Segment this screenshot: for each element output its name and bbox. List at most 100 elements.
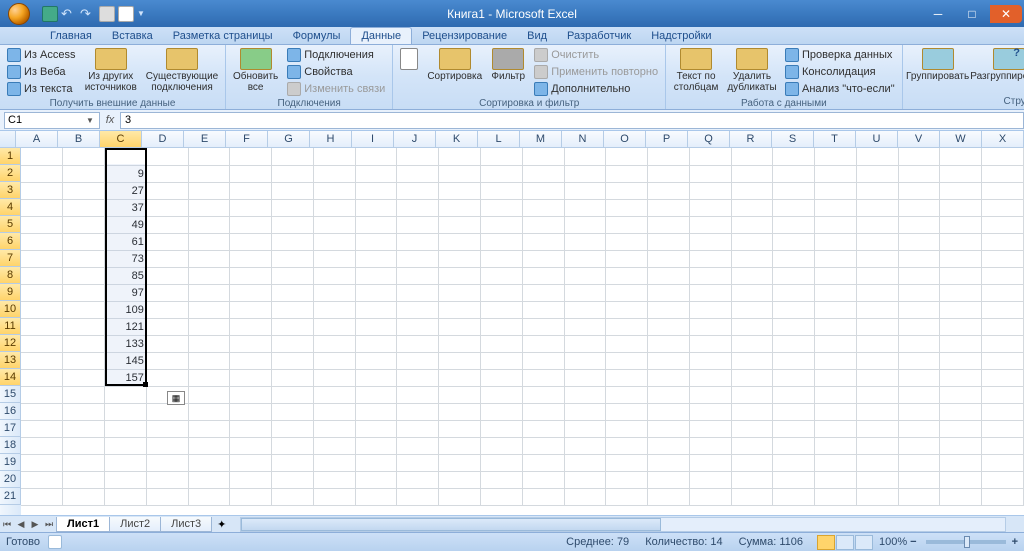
cell[interactable] xyxy=(439,318,481,335)
cell[interactable] xyxy=(146,403,188,420)
cell[interactable] xyxy=(731,165,773,182)
cell[interactable] xyxy=(940,301,982,318)
tab-data[interactable]: Данные xyxy=(350,27,412,44)
maximize-button[interactable]: □ xyxy=(956,5,988,23)
cell[interactable] xyxy=(940,182,982,199)
row-header[interactable]: 10 xyxy=(0,301,21,318)
cell[interactable] xyxy=(564,318,606,335)
cell[interactable] xyxy=(606,318,648,335)
cell[interactable] xyxy=(272,318,314,335)
cell[interactable] xyxy=(21,165,63,182)
row-header[interactable]: 2 xyxy=(0,165,21,182)
tab-developer[interactable]: Разработчик xyxy=(557,28,641,44)
cell[interactable] xyxy=(606,148,648,165)
cell[interactable] xyxy=(815,471,857,488)
cell[interactable] xyxy=(940,165,982,182)
cell[interactable] xyxy=(146,352,188,369)
cell[interactable] xyxy=(898,216,940,233)
cell[interactable] xyxy=(21,284,63,301)
cell[interactable] xyxy=(648,199,690,216)
cell[interactable] xyxy=(481,216,523,233)
cell[interactable] xyxy=(439,437,481,454)
from-web-button[interactable]: Из Веба xyxy=(4,64,78,80)
row-header[interactable]: 13 xyxy=(0,352,21,369)
cell[interactable] xyxy=(898,267,940,284)
cell[interactable] xyxy=(313,403,355,420)
cell[interactable] xyxy=(689,403,731,420)
cell[interactable] xyxy=(522,233,564,250)
cell[interactable] xyxy=(606,301,648,318)
cell[interactable] xyxy=(940,233,982,250)
row-header[interactable]: 8 xyxy=(0,267,21,284)
cell[interactable] xyxy=(815,420,857,437)
cell[interactable] xyxy=(63,403,105,420)
cell[interactable] xyxy=(272,454,314,471)
cell[interactable] xyxy=(689,352,731,369)
column-header[interactable]: M xyxy=(520,131,562,147)
cell[interactable] xyxy=(648,335,690,352)
cell[interactable] xyxy=(439,352,481,369)
cell[interactable] xyxy=(313,284,355,301)
cell[interactable] xyxy=(856,250,898,267)
cell[interactable] xyxy=(313,165,355,182)
cell[interactable] xyxy=(439,216,481,233)
cell[interactable] xyxy=(940,471,982,488)
cell[interactable] xyxy=(940,216,982,233)
view-normal-button[interactable] xyxy=(817,535,835,550)
cell[interactable] xyxy=(188,437,230,454)
cell[interactable] xyxy=(856,148,898,165)
cell[interactable] xyxy=(982,386,1024,403)
properties-button[interactable]: Свойства xyxy=(284,64,388,80)
row-header[interactable]: 5 xyxy=(0,216,21,233)
cell[interactable] xyxy=(230,318,272,335)
cell[interactable] xyxy=(648,148,690,165)
cell[interactable] xyxy=(397,420,439,437)
cell[interactable] xyxy=(230,165,272,182)
cell[interactable] xyxy=(355,284,397,301)
cell[interactable] xyxy=(982,488,1024,505)
column-header[interactable]: G xyxy=(268,131,310,147)
cell[interactable] xyxy=(397,369,439,386)
cell[interactable] xyxy=(522,148,564,165)
cell[interactable] xyxy=(606,182,648,199)
cell[interactable] xyxy=(313,437,355,454)
cell[interactable] xyxy=(898,488,940,505)
cell[interactable] xyxy=(313,420,355,437)
cell[interactable] xyxy=(606,420,648,437)
cell[interactable] xyxy=(731,437,773,454)
cell[interactable] xyxy=(856,386,898,403)
connections-button[interactable]: Подключения xyxy=(284,47,388,63)
cell[interactable] xyxy=(355,386,397,403)
cell[interactable] xyxy=(272,369,314,386)
cell[interactable] xyxy=(272,386,314,403)
cell[interactable] xyxy=(522,471,564,488)
cell[interactable] xyxy=(898,335,940,352)
cell[interactable] xyxy=(731,420,773,437)
cell[interactable] xyxy=(564,437,606,454)
cell[interactable] xyxy=(815,437,857,454)
cell[interactable] xyxy=(63,318,105,335)
cell[interactable] xyxy=(522,301,564,318)
cell[interactable] xyxy=(982,267,1024,284)
namebox-dropdown-icon[interactable]: ▼ xyxy=(84,116,96,125)
cell[interactable] xyxy=(313,199,355,216)
cell[interactable] xyxy=(606,471,648,488)
cell[interactable] xyxy=(146,318,188,335)
column-header[interactable]: D xyxy=(142,131,184,147)
consolidate-button[interactable]: Консолидация xyxy=(782,64,898,80)
cell[interactable] xyxy=(773,420,815,437)
row-header[interactable]: 20 xyxy=(0,471,21,488)
cell[interactable] xyxy=(313,369,355,386)
cell[interactable] xyxy=(272,216,314,233)
row-header[interactable]: 18 xyxy=(0,437,21,454)
cell[interactable] xyxy=(63,386,105,403)
cell[interactable] xyxy=(773,318,815,335)
cell[interactable] xyxy=(522,403,564,420)
cell[interactable] xyxy=(481,250,523,267)
cell[interactable] xyxy=(856,284,898,301)
cell[interactable] xyxy=(648,437,690,454)
cell[interactable] xyxy=(856,403,898,420)
cell[interactable] xyxy=(481,267,523,284)
cell[interactable] xyxy=(230,403,272,420)
cell[interactable] xyxy=(188,233,230,250)
